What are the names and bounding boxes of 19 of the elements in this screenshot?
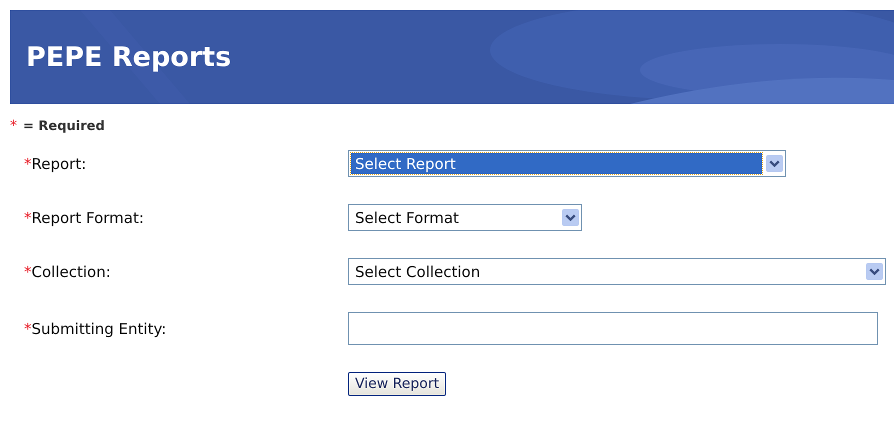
dropdown[interactable]: Select Report <box>348 150 786 177</box>
dropdown[interactable]: Select Format <box>348 204 582 231</box>
required-marker: * <box>24 262 32 280</box>
chevron-down-icon <box>766 155 783 172</box>
chevron-down-icon <box>866 263 883 280</box>
required-marker: * <box>24 154 32 172</box>
field-label: Report: <box>32 154 86 172</box>
required-marker: * <box>24 320 32 338</box>
field-label: Submitting Entity: <box>32 320 166 338</box>
view-report-button[interactable]: View Report <box>348 372 446 396</box>
required-marker: * <box>24 208 32 226</box>
dropdown[interactable]: Select Collection <box>348 258 886 285</box>
chevron-down-icon <box>562 209 579 226</box>
field-label: Report Format: <box>32 208 144 226</box>
page-title: PEPE Reports <box>26 42 232 72</box>
required-marker: * <box>10 118 17 134</box>
field-label: Collection: <box>32 262 111 280</box>
input-field[interactable] <box>348 312 878 345</box>
required-legend: = Required <box>23 118 105 134</box>
